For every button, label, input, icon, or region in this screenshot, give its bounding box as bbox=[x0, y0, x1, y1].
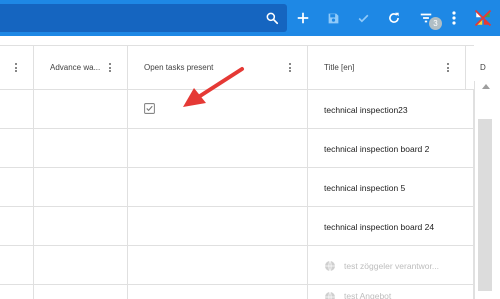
cell bbox=[34, 129, 128, 168]
table-row[interactable]: technical inspection 5 bbox=[0, 168, 474, 207]
column-header-title[interactable]: Title [en] bbox=[308, 46, 466, 89]
cell bbox=[34, 285, 128, 299]
cell bbox=[0, 168, 34, 207]
globe-icon bbox=[324, 291, 336, 299]
table-row[interactable]: technical inspection board 2 bbox=[0, 129, 474, 168]
title-cell[interactable]: technical inspection board 24 bbox=[308, 207, 474, 246]
title-cell[interactable]: technical inspection board 2 bbox=[308, 129, 474, 168]
table-row[interactable]: test Angebot bbox=[0, 285, 474, 299]
data-grid: Advance wa... Open tasks present Title [… bbox=[0, 36, 500, 299]
search-icon[interactable] bbox=[263, 0, 281, 36]
cell bbox=[0, 207, 34, 246]
open-tasks-cell bbox=[128, 129, 308, 168]
vertical-scrollbar[interactable] bbox=[474, 81, 500, 299]
refresh-icon[interactable] bbox=[384, 0, 404, 36]
title-text: test Angebot bbox=[344, 291, 392, 299]
title-cell[interactable]: test zöggeler verantwor... bbox=[308, 246, 474, 285]
globe-icon bbox=[324, 260, 336, 272]
column-menu-icon[interactable] bbox=[285, 60, 295, 76]
cell bbox=[0, 246, 34, 285]
cell bbox=[0, 90, 34, 129]
cell bbox=[0, 285, 34, 299]
open-tasks-cell bbox=[128, 285, 308, 299]
more-vert-icon[interactable] bbox=[448, 0, 460, 36]
column-menu-icon[interactable] bbox=[11, 60, 21, 76]
column-header-1[interactable] bbox=[0, 46, 34, 89]
column-menu-icon[interactable] bbox=[443, 60, 453, 76]
table-row[interactable]: technical inspection board 24 bbox=[0, 207, 474, 246]
cell bbox=[34, 246, 128, 285]
annotation-arrow bbox=[180, 66, 246, 117]
check-icon[interactable] bbox=[353, 0, 373, 36]
search-input[interactable] bbox=[0, 4, 287, 32]
app-logo-icon[interactable] bbox=[470, 0, 496, 36]
title-cell[interactable]: test Angebot bbox=[308, 285, 474, 299]
top-toolbar: 3 bbox=[0, 0, 500, 36]
open-tasks-cell bbox=[128, 246, 308, 285]
cell bbox=[34, 207, 128, 246]
cell bbox=[34, 168, 128, 207]
column-header-advance[interactable]: Advance wa... bbox=[34, 46, 128, 89]
open-tasks-cell bbox=[128, 207, 308, 246]
cell bbox=[0, 129, 34, 168]
checkbox-checked-icon[interactable] bbox=[144, 103, 155, 116]
column-menu-icon[interactable] bbox=[105, 60, 115, 76]
title-text: test zöggeler verantwor... bbox=[344, 260, 439, 271]
title-cell[interactable]: technical inspection23 bbox=[308, 90, 474, 129]
save-icon[interactable] bbox=[323, 0, 343, 36]
scroll-up-icon[interactable] bbox=[482, 84, 490, 89]
table-row[interactable]: test zöggeler verantwor... bbox=[0, 246, 474, 285]
scrollbar-thumb[interactable] bbox=[478, 119, 492, 291]
open-tasks-cell bbox=[128, 168, 308, 207]
cell bbox=[34, 90, 128, 129]
title-cell[interactable]: technical inspection 5 bbox=[308, 168, 474, 207]
add-icon[interactable] bbox=[293, 0, 313, 36]
filter-count-badge: 3 bbox=[429, 17, 442, 30]
